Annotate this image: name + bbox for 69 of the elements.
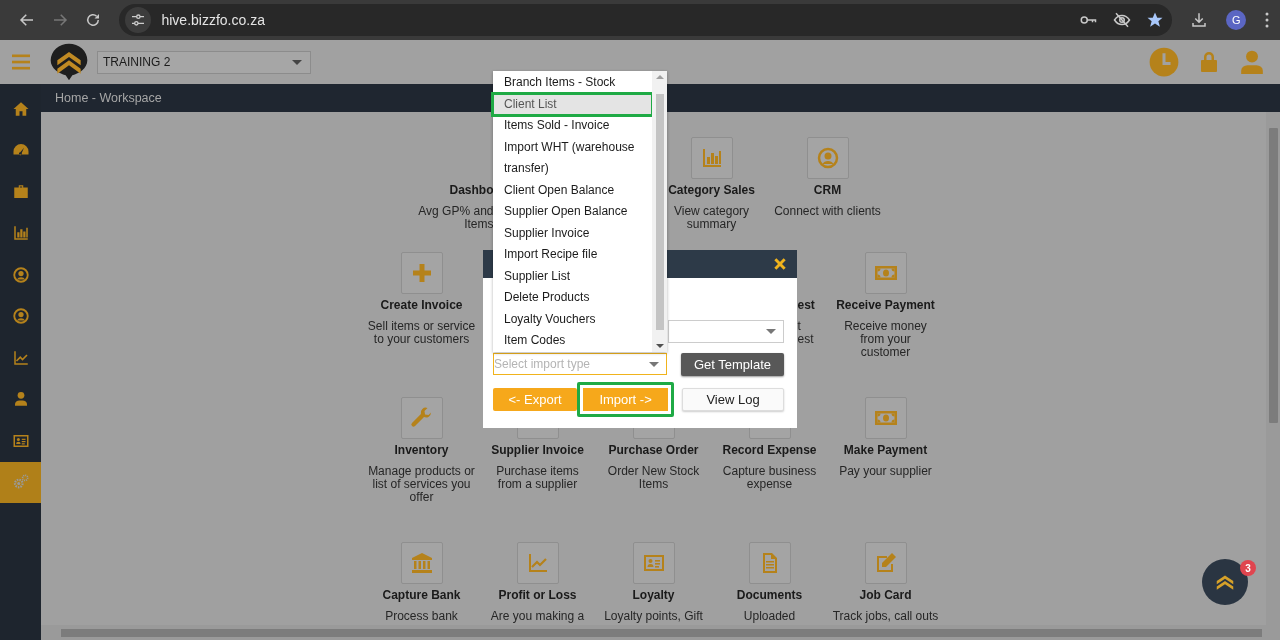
horizontal-scrollbar[interactable] <box>41 625 1280 640</box>
vertical-scrollbar[interactable] <box>1266 112 1280 625</box>
tile-title[interactable]: est <box>797 298 828 312</box>
tile-description: Capture business expense <box>722 465 817 491</box>
list-scrollbar[interactable] <box>652 71 667 352</box>
tile-description: Pay your supplier <box>839 465 932 478</box>
eye-off-icon[interactable] <box>1112 11 1133 29</box>
line-chart-icon <box>11 348 30 367</box>
notification-badge: 3 <box>1240 560 1256 576</box>
tile-description: Purchase items from a supplier <box>496 465 579 491</box>
tile-description: Manage products or list of services you offer <box>368 465 475 504</box>
tile-title[interactable]: CRM <box>813 183 842 197</box>
tile-description: t est <box>797 320 815 346</box>
tile-description: Track jobs, call outs <box>832 610 939 623</box>
tile-description: Sell items or service to your customers <box>367 320 476 346</box>
company-select[interactable]: TRAINING 2 <box>97 50 311 74</box>
tile-title[interactable]: Dashbo <box>449 183 494 197</box>
list-option[interactable]: Client Open Balance <box>493 179 652 201</box>
star-icon[interactable] <box>1146 11 1165 29</box>
get-template-button[interactable]: Get Template <box>681 353 784 376</box>
user-circle-icon <box>11 307 30 326</box>
list-option[interactable]: Delete Products <box>493 287 652 309</box>
profile-avatar[interactable]: G <box>1226 10 1246 30</box>
tile-description: Connect with clients <box>774 205 881 218</box>
list-option[interactable]: Supplier Invoice <box>493 222 652 244</box>
site-settings-icon[interactable] <box>130 12 147 28</box>
more-menu-icon[interactable] <box>1264 11 1270 29</box>
tile-title[interactable]: Category Sales <box>668 183 755 197</box>
tile-title[interactable]: Create Invoice <box>380 298 463 312</box>
tile-description: Process bank <box>385 610 458 623</box>
close-icon[interactable] <box>773 257 787 271</box>
list-option[interactable]: Supplier List <box>493 265 652 287</box>
list-option[interactable]: Loyalty Vouchers <box>493 308 652 330</box>
tile-title[interactable]: Supplier Invoice <box>491 443 584 457</box>
tile-description: View category summary <box>673 205 750 231</box>
list-option[interactable]: Item Codes <box>493 330 652 352</box>
tile-description: Avg GP% and Items <box>418 205 494 231</box>
tile-title[interactable]: Record Expense <box>722 443 817 457</box>
breadcrumb: Home - Workspace <box>55 91 162 105</box>
tile-title[interactable]: Purchase Order <box>608 443 699 457</box>
briefcase-icon <box>11 182 30 201</box>
tile-title[interactable]: Documents <box>736 588 803 602</box>
bar-chart-icon <box>11 224 30 243</box>
tile-title[interactable]: Profit or Loss <box>498 588 577 602</box>
tile-title[interactable]: Inventory <box>394 443 449 457</box>
sidebar-item[interactable] <box>0 461 41 503</box>
list-option[interactable]: Branch Items - Stock <box>493 72 652 94</box>
select-field[interactable] <box>668 320 784 343</box>
tile-description: Order New Stock Items <box>607 465 700 491</box>
user-circle-icon <box>11 265 30 284</box>
tile-description: Are you making a <box>490 610 585 623</box>
list-option[interactable]: Client List <box>493 93 652 115</box>
import-type-field[interactable]: Select import type <box>493 353 667 375</box>
list-option[interactable]: Supplier Open Balance <box>493 201 652 223</box>
list-option[interactable]: Items Sold - Invoice <box>493 115 652 137</box>
back-icon[interactable] <box>17 11 36 29</box>
caret-icon[interactable] <box>649 362 659 367</box>
tile-title[interactable]: Make Payment <box>843 443 928 457</box>
tile-title[interactable]: Loyalty <box>632 588 675 602</box>
tile-description: Uploaded <box>743 610 796 623</box>
tile-description: Receive money from your customer <box>844 320 927 359</box>
tile-title[interactable]: Receive Payment <box>836 298 935 312</box>
list-option[interactable]: Import Recipe file <box>493 244 652 266</box>
list-option[interactable]: Import WHT (warehouse transfer) <box>493 136 652 180</box>
download-icon[interactable] <box>1190 11 1209 29</box>
view-log-button[interactable]: View Log <box>682 388 784 411</box>
tile-title[interactable]: Job Card <box>859 588 912 602</box>
tile-title[interactable]: Capture Bank <box>382 588 461 602</box>
tile-description: Loyalty points, Gift <box>604 610 703 623</box>
